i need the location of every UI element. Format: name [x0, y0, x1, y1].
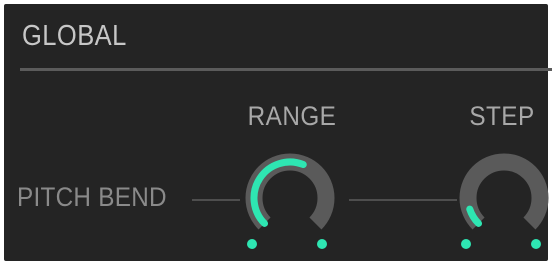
- step-knob[interactable]: [450, 146, 552, 254]
- range-knob-label: RANGE: [247, 101, 337, 131]
- range-step-connector-line: [349, 199, 457, 201]
- pitch-bend-label: PITCH BEND: [17, 182, 167, 212]
- global-panel: GLOBAL RANGE STEP PITCH BEND: [4, 4, 552, 261]
- pitch-bend-connector-line: [192, 199, 240, 201]
- step-knob-graphic: [459, 153, 549, 249]
- section-title: GLOBAL: [22, 20, 127, 52]
- step-knob-max-dot: [531, 239, 541, 249]
- range-knob-max-dot: [317, 239, 327, 249]
- step-knob-track: [459, 153, 549, 230]
- step-knob-label: STEP: [469, 101, 535, 131]
- range-knob[interactable]: [236, 146, 344, 254]
- screenshot-frame: GLOBAL RANGE STEP PITCH BEND: [0, 0, 552, 265]
- section-divider: [20, 68, 552, 71]
- range-knob-min-dot: [247, 239, 257, 249]
- range-knob-graphic: [245, 153, 335, 249]
- step-knob-min-dot: [461, 239, 471, 249]
